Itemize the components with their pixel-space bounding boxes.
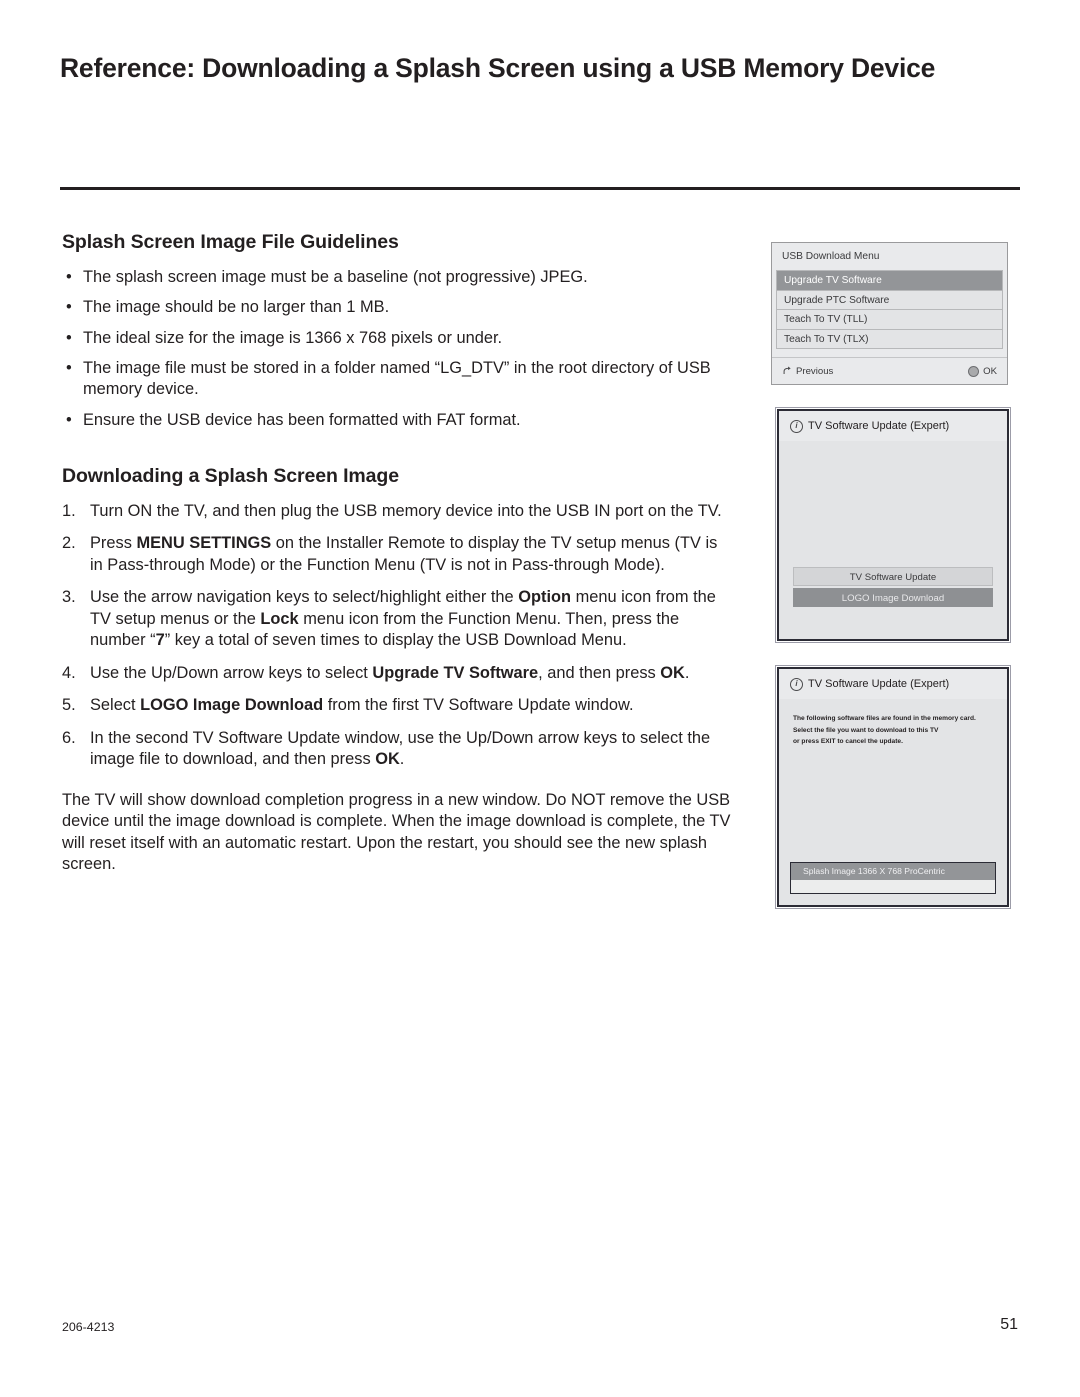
tv-software-update-title-text-1: TV Software Update (Expert) [808,420,950,432]
tv-software-update-buttons: TV Software Update LOGO Image Download [793,567,993,609]
software-file-row-empty [791,880,995,893]
usb-menu-row[interactable]: Upgrade PTC Software [777,291,1002,311]
info-icon: i [790,419,803,433]
bullet-marker: • [66,268,72,286]
step-item: 2. Press MENU SETTINGS on the Installer R… [62,533,734,576]
tv-software-update-panel-1: i TV Software Update (Expert) TV Softwar… [775,407,1011,643]
guideline-item: • The splash screen image must be a basel… [62,267,734,288]
tv-software-update-title-text-2: TV Software Update (Expert) [808,678,950,690]
ok-circle-icon [968,365,980,377]
tv-software-update-body-1: TV Software Update LOGO Image Download [779,441,1007,639]
usb-menu-row[interactable]: Upgrade TV Software [777,271,1002,291]
usb-download-menu-title: USB Download Menu [772,243,1007,270]
info-icon: i [790,677,803,691]
downloading-steps: 1. Turn ON the TV, and then plug the USB … [62,501,734,771]
guideline-text: The image should be no larger than 1 MB. [83,298,390,317]
step-number: 3. [62,588,76,607]
step-item: 3. Use the arrow navigation keys to selec… [62,587,734,651]
step-text: Turn ON the TV, and then plug the USB me… [90,501,722,520]
step-number: 5. [62,696,76,715]
software-file-row[interactable]: Splash Image 1366 X 768 ProCentric [791,863,995,880]
bullet-marker: • [66,298,72,317]
guidelines-list: • The splash screen image must be a basel… [62,267,734,431]
step-item: 4. Use the Up/Down arrow keys to select U… [62,663,734,684]
guideline-item: • The image should be no larger than 1 MB… [62,297,734,318]
ok-label: OK [983,365,997,377]
note-line: The following software files are found i… [793,715,976,722]
footer-page-number: 51 [1000,1316,1018,1333]
step-text: Use the Up/Down arrow keys to select Upg… [90,663,690,682]
tv-software-update-title-1: i TV Software Update (Expert) [779,411,1007,441]
tv-software-update-title-2: i TV Software Update (Expert) [779,669,1007,699]
back-arrow-icon [782,366,792,376]
main-content: Splash Screen Image File Guidelines • The… [62,231,734,892]
page-title: Reference: Downloading a Splash Screen u… [60,53,936,83]
step-text: Press MENU SETTINGS on the Installer Rem… [90,534,718,574]
guideline-text: Ensure the USB device has been formatted… [83,410,521,429]
step-number: 1. [62,501,76,520]
closing-paragraph: The TV will show download completion pro… [62,790,731,874]
step-text: Use the arrow navigation keys to select/… [90,588,716,650]
software-update-option-button[interactable]: LOGO Image Download [793,588,993,607]
step-item: 5. Select LOGO Image Download from the fi… [62,695,734,716]
usb-download-menu-footer: Previous OK [772,357,1007,384]
header-divider [60,187,1020,190]
tv-software-update-note: The following software files are found i… [779,699,1007,748]
bullet-marker: • [66,358,72,377]
software-update-option-button[interactable]: TV Software Update [793,567,993,586]
tv-software-update-body-2: The following software files are found i… [779,699,1007,905]
guideline-text: The ideal size for the image is 1366 x 7… [83,328,503,347]
step-item: 6. In the second TV Software Update windo… [62,728,734,771]
step-text: In the second TV Software Update window,… [90,728,711,769]
software-file-list: Splash Image 1366 X 768 ProCentric [790,862,996,894]
downloading-heading: Downloading a Splash Screen Image [62,464,399,487]
guidelines-heading: Splash Screen Image File Guidelines [62,231,399,253]
usb-menu-row[interactable]: Teach To TV (TLL) [777,310,1002,330]
guideline-item: • Ensure the USB device has been formatte… [62,410,734,431]
step-number: 6. [62,728,76,747]
previous-label: Previous [796,365,834,377]
guideline-item: • The image file must be stored in a fold… [62,358,734,401]
previous-button[interactable]: Previous [782,366,833,377]
ok-button[interactable]: OK [968,365,997,377]
note-line: or press EXIT to cancel the update. [793,738,903,746]
step-number: 4. [62,663,76,682]
bullet-marker: • [66,328,72,347]
step-text: Select LOGO Image Download from the firs… [90,696,634,715]
note-line: Select the file you want to download to … [793,726,939,734]
guideline-text: The splash screen image must be a baseli… [83,268,588,286]
step-number: 2. [62,534,76,553]
footer-document-number: 206-4213 [62,1320,115,1334]
bullet-marker: • [66,410,72,429]
step-item: 1. Turn ON the TV, and then plug the USB … [62,501,734,522]
guideline-item: • The ideal size for the image is 1366 x … [62,328,734,349]
tv-software-update-panel-2: i TV Software Update (Expert) The follow… [775,665,1011,909]
usb-download-menu-panel: USB Download Menu Upgrade TV Software Upg… [771,242,1008,385]
usb-download-menu-list: Upgrade TV Software Upgrade PTC Software T… [776,270,1003,350]
guideline-text: The image file must be stored in a folde… [83,358,711,399]
usb-menu-row[interactable]: Teach To TV (TLX) [777,330,1002,350]
